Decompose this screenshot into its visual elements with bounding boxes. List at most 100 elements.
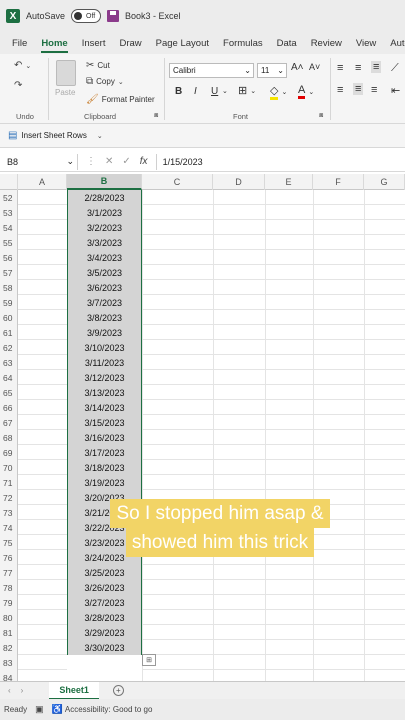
cell-b[interactable]: 3/12/2023 bbox=[67, 370, 142, 385]
autosave-toggle[interactable]: Off bbox=[71, 9, 102, 23]
accessibility-status[interactable]: Accessibility: Good to go bbox=[65, 705, 153, 714]
name-box[interactable]: B8 ⌄ bbox=[4, 153, 78, 170]
row-header[interactable]: 66 bbox=[0, 400, 18, 415]
row-header[interactable]: 55 bbox=[0, 235, 18, 250]
row-header[interactable]: 78 bbox=[0, 580, 18, 595]
column-header-e[interactable]: E bbox=[265, 174, 313, 190]
macro-record-icon[interactable]: ▣ bbox=[35, 704, 44, 715]
borders-button[interactable]: ⊞ ⌄ bbox=[238, 84, 256, 97]
increase-font-button[interactable]: A˄ bbox=[291, 62, 304, 73]
bold-button[interactable]: B bbox=[175, 86, 182, 97]
row-header[interactable]: 56 bbox=[0, 250, 18, 265]
row-header[interactable]: 77 bbox=[0, 565, 18, 580]
indent-button[interactable]: ⇤ bbox=[391, 84, 400, 97]
cell-b[interactable]: 3/13/2023 bbox=[67, 385, 142, 400]
cell-b[interactable]: 3/30/2023 bbox=[67, 640, 142, 655]
cell-b[interactable]: 3/14/2023 bbox=[67, 400, 142, 415]
cell-b[interactable]: 3/9/2023 bbox=[67, 325, 142, 340]
cell-b[interactable]: 3/18/2023 bbox=[67, 460, 142, 475]
row-header[interactable]: 74 bbox=[0, 520, 18, 535]
row-header[interactable]: 73 bbox=[0, 505, 18, 520]
scroll-left-icon[interactable]: ‹ bbox=[8, 686, 11, 695]
underline-button[interactable]: U bbox=[211, 86, 218, 97]
tab-data[interactable]: Data bbox=[277, 38, 297, 49]
tab-review[interactable]: Review bbox=[311, 38, 342, 49]
add-sheet-icon[interactable]: + bbox=[112, 685, 124, 696]
row-header[interactable]: 69 bbox=[0, 445, 18, 460]
row-header[interactable]: 59 bbox=[0, 295, 18, 310]
accessibility-icon[interactable]: ♿ bbox=[52, 704, 63, 715]
spreadsheet-grid[interactable]: 52 2/28/2023 53 3/1/2023 54 3/2/2023 55 3/3/202… bbox=[0, 190, 405, 685]
formula-input[interactable]: 1/15/2023 bbox=[155, 153, 203, 170]
row-header[interactable]: 72 bbox=[0, 490, 18, 505]
chevron-down-icon[interactable]: ⌄ bbox=[222, 87, 228, 95]
column-header-c[interactable]: C bbox=[142, 174, 213, 190]
chevron-down-icon[interactable]: ⌄ bbox=[97, 132, 103, 140]
cell-b[interactable]: 3/5/2023 bbox=[67, 265, 142, 280]
format-painter-button[interactable]: 🖌 Format Painter bbox=[86, 94, 155, 105]
tab-page-layout[interactable]: Page Layout bbox=[156, 38, 209, 49]
orientation-button[interactable]: ⟋ bbox=[391, 62, 399, 75]
tab-file[interactable]: File bbox=[12, 38, 27, 49]
scroll-right-icon[interactable]: › bbox=[21, 686, 24, 695]
row-header[interactable]: 67 bbox=[0, 415, 18, 430]
cell-b[interactable]: 3/10/2023 bbox=[67, 340, 142, 355]
italic-button[interactable]: I bbox=[194, 86, 197, 97]
cell-b[interactable]: 3/3/2023 bbox=[67, 235, 142, 250]
column-header-f[interactable]: F bbox=[313, 174, 364, 190]
cell-b[interactable]: 3/2/2023 bbox=[67, 220, 142, 235]
tab-home[interactable]: Home bbox=[41, 38, 69, 53]
row-header[interactable]: 64 bbox=[0, 370, 18, 385]
font-launcher-icon[interactable]: ⧈ bbox=[319, 112, 323, 120]
undo-button[interactable]: ↶ ⌄ bbox=[14, 60, 31, 71]
row-header[interactable]: 53 bbox=[0, 205, 18, 220]
align-bottom-button[interactable]: ≡ bbox=[371, 61, 382, 73]
select-all-corner[interactable] bbox=[0, 174, 18, 190]
row-header[interactable]: 70 bbox=[0, 460, 18, 475]
cell-b[interactable]: 3/16/2023 bbox=[67, 430, 142, 445]
row-header[interactable]: 81 bbox=[0, 625, 18, 640]
paste-icon[interactable] bbox=[56, 60, 76, 86]
copy-button[interactable]: ⧉ Copy ⌄ bbox=[86, 76, 124, 87]
column-header-d[interactable]: D bbox=[213, 174, 265, 190]
cell-b[interactable]: 3/19/2023 bbox=[67, 475, 142, 490]
row-header[interactable]: 60 bbox=[0, 310, 18, 325]
tab-formulas[interactable]: Formulas bbox=[223, 38, 263, 49]
tab-view[interactable]: View bbox=[356, 38, 376, 49]
cell-b[interactable]: 3/26/2023 bbox=[67, 580, 142, 595]
cell-b[interactable]: 3/11/2023 bbox=[67, 355, 142, 370]
row-header[interactable]: 57 bbox=[0, 265, 18, 280]
cell-b[interactable]: 3/28/2023 bbox=[67, 610, 142, 625]
font-name-dropdown[interactable]: Calibri ⌄ bbox=[169, 63, 254, 78]
row-header[interactable]: 75 bbox=[0, 535, 18, 550]
cell-b[interactable]: 3/27/2023 bbox=[67, 595, 142, 610]
font-size-dropdown[interactable]: 11 ⌄ bbox=[257, 63, 287, 78]
align-center-button[interactable]: ≡ bbox=[353, 83, 364, 95]
cell-b[interactable]: 3/8/2023 bbox=[67, 310, 142, 325]
align-top-button[interactable]: ≡ bbox=[337, 62, 343, 74]
align-middle-button[interactable]: ≡ bbox=[355, 62, 361, 74]
row-header[interactable]: 83 bbox=[0, 655, 18, 670]
row-header[interactable]: 54 bbox=[0, 220, 18, 235]
cell-b[interactable]: 3/29/2023 bbox=[67, 625, 142, 640]
row-header[interactable]: 76 bbox=[0, 550, 18, 565]
decrease-font-button[interactable]: A˅ bbox=[309, 62, 320, 72]
cancel-icon[interactable]: ✕ bbox=[105, 156, 113, 167]
row-header[interactable]: 63 bbox=[0, 355, 18, 370]
cell-b[interactable]: 3/6/2023 bbox=[67, 280, 142, 295]
column-header-g[interactable]: G bbox=[364, 174, 405, 190]
clipboard-launcher-icon[interactable]: ⧈ bbox=[154, 112, 158, 120]
auto-fill-options-icon[interactable]: ⊞ bbox=[142, 654, 156, 666]
row-header[interactable]: 68 bbox=[0, 430, 18, 445]
align-left-button[interactable]: ≡ bbox=[337, 84, 343, 96]
row-header[interactable]: 62 bbox=[0, 340, 18, 355]
row-header[interactable]: 82 bbox=[0, 640, 18, 655]
sheet-tab-sheet1[interactable]: Sheet1 bbox=[49, 681, 99, 700]
cell-b[interactable]: 3/15/2023 bbox=[67, 415, 142, 430]
tab-insert[interactable]: Insert bbox=[82, 38, 106, 49]
more-icon[interactable]: ⋮ bbox=[86, 156, 96, 167]
cell-b[interactable] bbox=[67, 655, 142, 670]
cell-b[interactable]: 3/25/2023 bbox=[67, 565, 142, 580]
row-header[interactable]: 79 bbox=[0, 595, 18, 610]
cell-b[interactable]: 3/1/2023 bbox=[67, 205, 142, 220]
